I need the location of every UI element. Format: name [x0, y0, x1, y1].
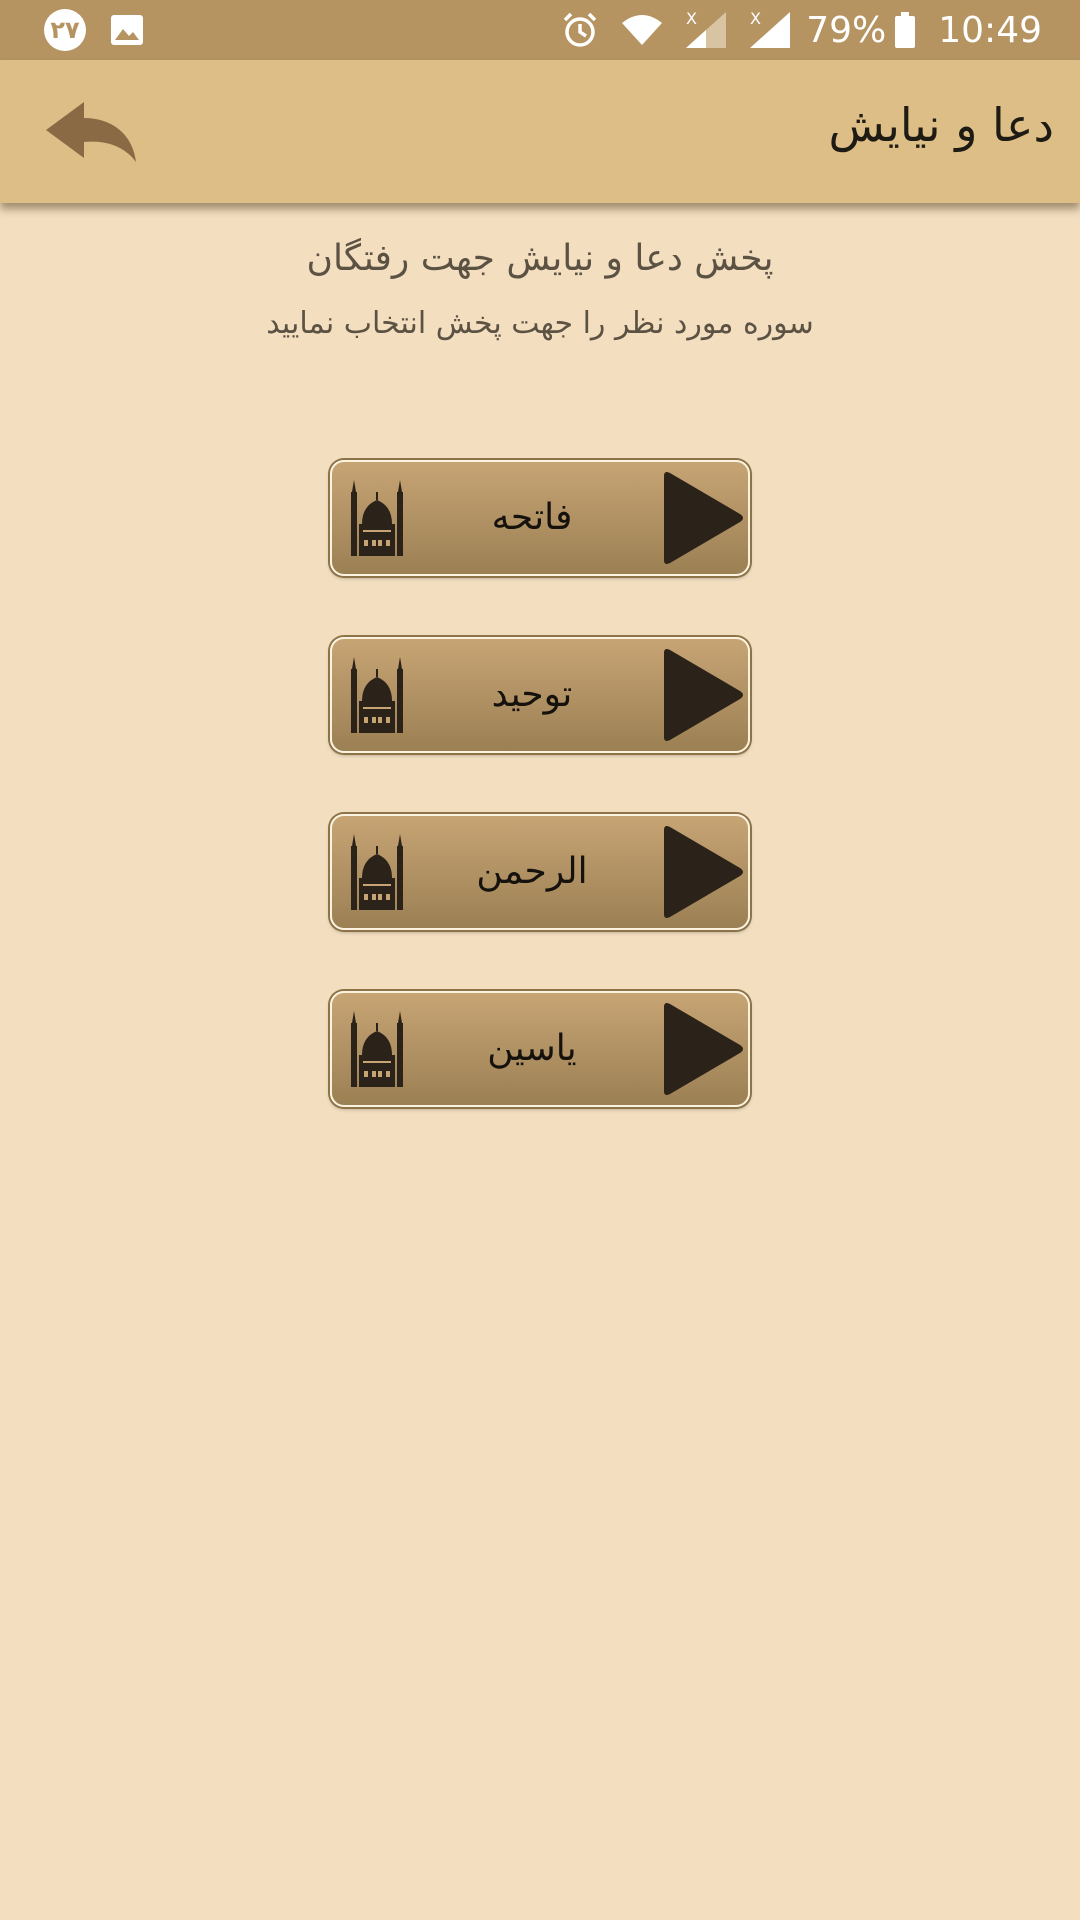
surah-play-button-yasin[interactable]: یاسین: [330, 991, 750, 1107]
status-bar-right: X X 79% 10:49: [560, 0, 1042, 60]
mosque-icon: [351, 657, 403, 733]
battery-percent: 79%: [806, 9, 887, 51]
image-icon: [110, 14, 144, 50]
signal-x-icon: X: [684, 10, 728, 50]
surah-play-button-tawhid[interactable]: توحید: [330, 637, 750, 753]
surah-list: فاتحه توحید الرحمن یاسین: [330, 460, 750, 1168]
surah-label: الرحمن: [476, 851, 588, 892]
surah-label: توحید: [491, 674, 573, 715]
surah-label: فاتحه: [491, 497, 573, 538]
page-title: دعا و نیایش: [828, 98, 1054, 152]
alarm-icon: [560, 10, 600, 50]
play-icon: [664, 826, 743, 918]
clock: 10:49: [938, 9, 1042, 51]
wifi-icon: [620, 13, 664, 47]
intro-title: پخش دعا و نیایش جهت رفتگان: [306, 238, 774, 279]
mosque-icon: [351, 834, 403, 910]
svg-text:X: X: [750, 10, 761, 28]
notification-count-badge: ۲۷: [44, 9, 86, 51]
reply-arrow-icon: [46, 102, 136, 162]
surah-play-button-fatiha[interactable]: فاتحه: [330, 460, 750, 576]
play-icon: [664, 1003, 743, 1095]
back-button[interactable]: [40, 98, 140, 168]
app-bar: دعا و نیایش: [0, 60, 1080, 203]
play-icon: [664, 472, 743, 564]
surah-play-button-rahman[interactable]: الرحمن: [330, 814, 750, 930]
mosque-icon: [351, 1011, 403, 1087]
signal-x-icon: X: [748, 10, 792, 50]
battery-icon: [894, 11, 916, 49]
surah-label: یاسین: [487, 1028, 577, 1069]
intro-subtitle: سوره مورد نظر را جهت پخش انتخاب نمایید: [266, 306, 814, 341]
status-bar: ۲۷ X X 79% 10:49: [0, 0, 1080, 60]
mosque-icon: [351, 480, 403, 556]
svg-text:X: X: [686, 10, 697, 28]
play-icon: [664, 649, 743, 741]
